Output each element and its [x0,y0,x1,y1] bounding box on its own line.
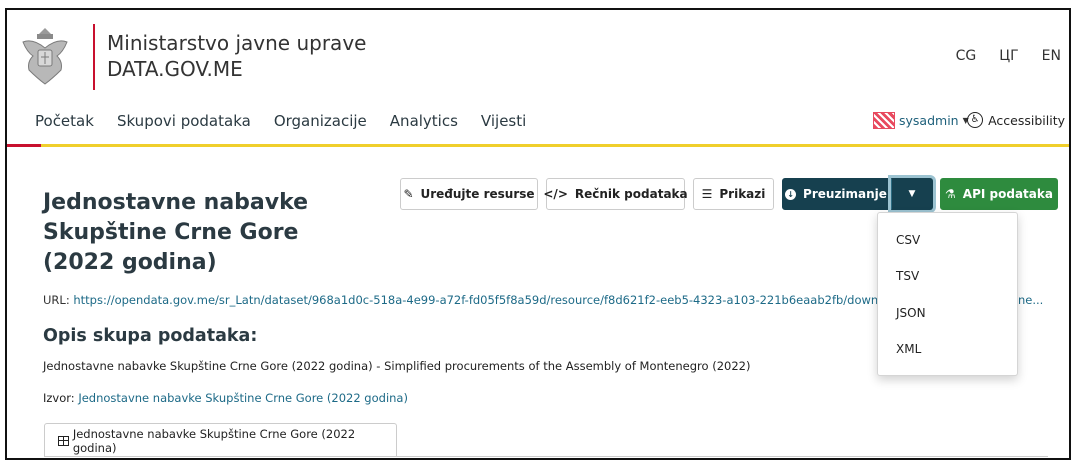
coat-of-arms-logo[interactable] [19,24,71,86]
url-label: URL: [43,293,70,307]
username: sysadmin [899,113,959,128]
site-name: DATA.GOV.ME [107,57,243,81]
nav-home[interactable]: Početak [35,112,94,130]
lang-cg[interactable]: CG [956,48,977,64]
caret-down-icon: ▼ [908,189,916,199]
page-title: Jednostavne nabavke Skupštine Crne Gore … [43,190,309,275]
user-avatar [873,112,895,129]
main-navigation: Početak Skupovi podataka Organizacije An… [7,102,1069,144]
tab-table-view[interactable]: Jednostavne nabavke Skupštine Crne Gore … [44,423,397,457]
nav-organizations[interactable]: Organizacije [274,112,367,130]
table-icon [58,435,69,446]
code-icon: </> [543,187,568,201]
views-button[interactable]: ☰ Prikazi [693,178,774,210]
download-dropdown-toggle[interactable]: ▼ [891,178,933,210]
edit-resource-label: Uređujte resurse [420,187,535,201]
language-switcher: CG ЦГ EN [956,48,1061,64]
views-label: Prikazi [719,187,766,201]
org-name: Ministarstvo javne uprave [107,31,367,55]
description-heading: Opis skupa podataka: [43,326,258,346]
site-title[interactable]: Ministarstvo javne uprave DATA.GOV.ME [107,30,366,82]
url-link[interactable]: https://opendata.gov.me/sr_Latn/dataset/… [73,293,927,307]
tab-baseline [44,456,1048,457]
accessibility-button[interactable]: ♿ Accessibility [967,112,1065,128]
data-dictionary-label: Rečnik podataka [574,187,688,201]
format-option-json[interactable]: JSON [896,306,926,320]
format-option-csv[interactable]: CSV [896,233,920,247]
source-link[interactable]: Jednostavne nabavke Skupštine Crne Gore … [78,391,408,405]
api-data-button[interactable]: ⚗ API podataka [940,178,1058,210]
format-option-xml[interactable]: XML [896,342,921,356]
description-text: Jednostavne nabavke Skupštine Crne Gore … [43,359,751,373]
tab-label: Jednostavne nabavke Skupštine Crne Gore … [72,426,356,455]
format-option-tsv[interactable]: TSV [896,269,919,283]
url-link-tail[interactable]: ne... [1018,293,1044,307]
header-rule-accent [7,144,41,147]
user-menu[interactable]: sysadmin ▼ [873,112,969,129]
chart-icon: ☰ [701,187,713,201]
download-format-menu: CSV TSV JSON XML [877,212,1018,376]
masthead: Ministarstvo javne uprave DATA.GOV.ME CG… [7,10,1069,102]
lang-cyrillic[interactable]: ЦГ [999,48,1018,64]
source-line: Izvor: Jednostavne nabavke Skupštine Crn… [43,391,408,405]
api-data-label: API podataka [962,187,1053,201]
edit-resource-button[interactable]: ✎ Uređujte resurse [400,178,538,210]
accessibility-label: Accessibility [988,112,1065,128]
nav-news[interactable]: Vijesti [481,112,526,130]
download-button[interactable]: ↓ Preuzimanje [782,178,890,210]
flask-icon: ⚗ [945,187,956,201]
page-frame: Ministarstvo javne uprave DATA.GOV.ME CG… [5,8,1071,460]
nav-analytics[interactable]: Analytics [390,112,458,130]
data-dictionary-button[interactable]: </> Rečnik podataka [543,178,688,210]
download-icon: ↓ [785,188,797,200]
download-label: Preuzimanje [803,187,887,201]
header-rule [7,144,1069,147]
pencil-icon: ✎ [403,187,414,201]
nav-datasets[interactable]: Skupovi podataka [117,112,251,130]
lang-en[interactable]: EN [1042,48,1061,64]
source-label: Izvor: [43,391,75,405]
title-divider [93,24,95,90]
accessibility-icon: ♿ [967,112,984,128]
